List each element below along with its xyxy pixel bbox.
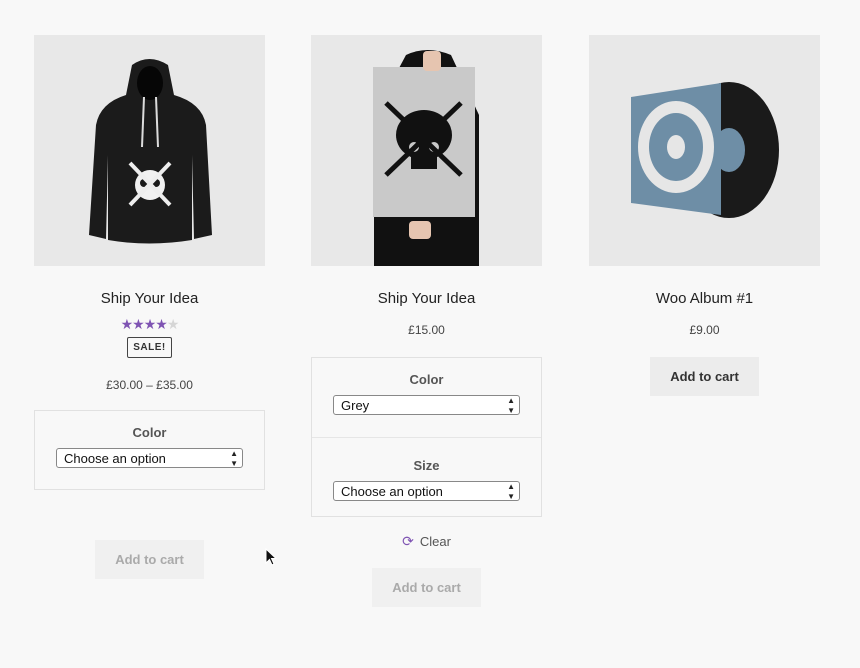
product-price: £30.00 – £35.00 bbox=[106, 378, 193, 392]
variation-color: Color Choose an option ▲ ▼ bbox=[35, 411, 264, 489]
add-to-cart-button[interactable]: Add to cart bbox=[650, 357, 759, 396]
product-title[interactable]: Ship Your Idea bbox=[311, 290, 542, 307]
variation-size: Size Choose an option ▲ ▼ bbox=[312, 437, 541, 516]
product-image-poster[interactable] bbox=[311, 35, 542, 266]
mouse-cursor-icon bbox=[265, 548, 277, 566]
product-title[interactable]: Ship Your Idea bbox=[34, 290, 265, 307]
product-image-album[interactable] bbox=[589, 35, 820, 266]
sale-badge: SALE! bbox=[127, 337, 172, 358]
variation-label: Size bbox=[413, 458, 440, 473]
select-arrows-icon: ▲ ▼ bbox=[507, 396, 515, 415]
select-value: Grey bbox=[341, 398, 370, 413]
clear-label: Clear bbox=[419, 534, 451, 549]
album-image-icon bbox=[589, 35, 820, 266]
product-card-hoodie: Ship Your Idea ★★★★★ SALE! £30.00 – £35.… bbox=[34, 35, 265, 579]
color-select[interactable]: Choose an option ▲ ▼ bbox=[56, 448, 243, 468]
variations-form: Color Choose an option ▲ ▼ bbox=[34, 410, 265, 490]
select-arrows-icon: ▲ ▼ bbox=[230, 449, 238, 468]
select-value: Choose an option bbox=[341, 484, 443, 499]
variation-label: Color bbox=[132, 425, 167, 440]
variation-color: Color Grey ▲ ▼ bbox=[312, 358, 541, 437]
product-card-poster: Ship Your Idea £15.00 Color Grey ▲ ▼ Size… bbox=[311, 35, 542, 607]
rating-stars: ★★★★★ bbox=[120, 316, 180, 332]
variations-form: Color Grey ▲ ▼ Size Choose an option ▲ ▼ bbox=[311, 357, 542, 517]
product-card-album: Woo Album #1 £9.00 Add to cart bbox=[589, 35, 820, 396]
product-title[interactable]: Woo Album #1 bbox=[589, 290, 820, 307]
poster-image-icon bbox=[311, 35, 542, 266]
size-select[interactable]: Choose an option ▲ ▼ bbox=[333, 481, 520, 501]
product-price: £15.00 bbox=[408, 323, 445, 337]
variation-label: Color bbox=[409, 372, 444, 387]
add-to-cart-button[interactable]: Add to cart bbox=[95, 540, 204, 579]
select-arrows-icon: ▲ ▼ bbox=[507, 482, 515, 501]
select-value: Choose an option bbox=[64, 451, 166, 466]
refresh-icon: ⟳ bbox=[402, 533, 414, 549]
add-to-cart-button[interactable]: Add to cart bbox=[372, 568, 481, 607]
color-select[interactable]: Grey ▲ ▼ bbox=[333, 395, 520, 415]
product-image-hoodie[interactable] bbox=[34, 35, 265, 266]
clear-link[interactable]: ⟳ Clear bbox=[311, 533, 542, 550]
product-price: £9.00 bbox=[689, 323, 720, 337]
hoodie-image-icon bbox=[34, 35, 265, 266]
